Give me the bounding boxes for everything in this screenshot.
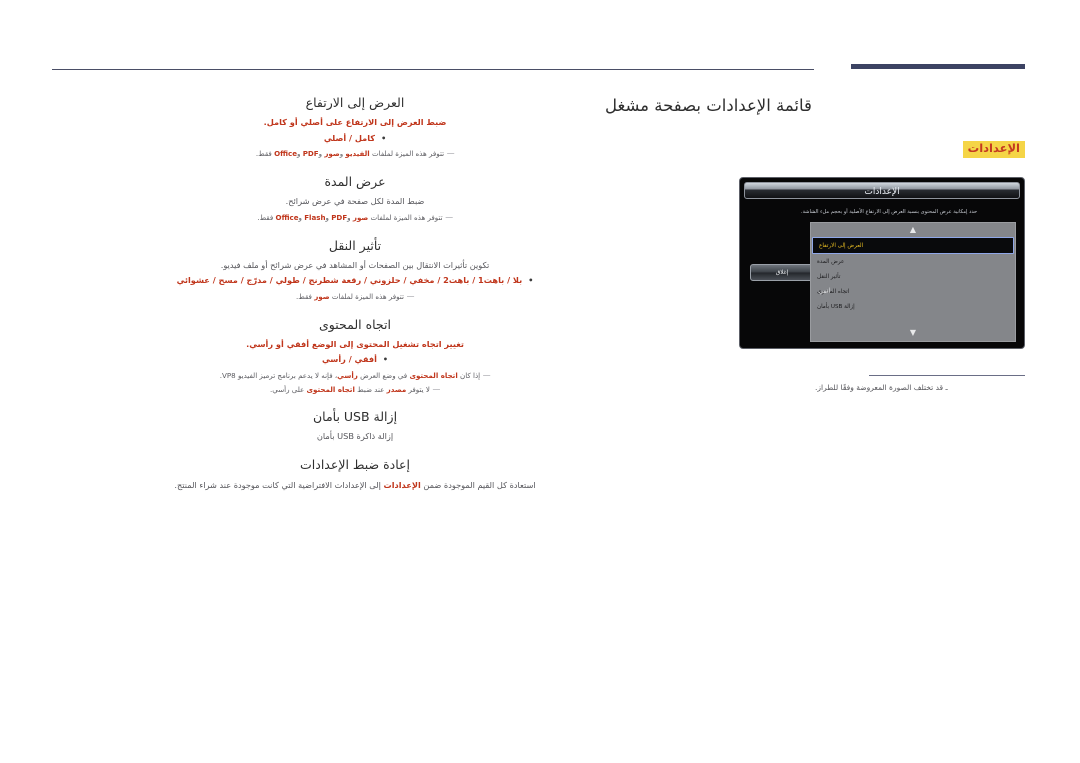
- note-dash-icon: ―: [483, 369, 491, 379]
- doc-section-reset-settings: إعادة ضبط الإعدادات استعادة كل القيم المو…: [60, 457, 650, 491]
- doc-section-duration: عرض المدة ضبط المدة لكل صفحة في عرض شرائح…: [60, 174, 650, 224]
- emphasis-term: كامل: [266, 117, 287, 127]
- section-description: تكوين تأثيرات الانتقال بين الصفحات أو ال…: [220, 259, 490, 270]
- emphasis-term: PDF: [302, 149, 319, 159]
- section-title: عرض المدة: [324, 174, 386, 190]
- emphasis-term: اتجاه المحتوى: [306, 384, 355, 394]
- emphasis-term: رأسي: [337, 370, 358, 380]
- section-description: تغيير اتجاه تشغيل المحتوى إلى الوضع أفقي…: [246, 338, 464, 349]
- osd-menu-list: ▲ العرض إلى الارتفاع عرض المدة تأثير النقل…: [810, 222, 1016, 342]
- osd-close-button[interactable]: إغلاق: [750, 264, 814, 281]
- osd-menu-item-label: تأثير النقل: [817, 273, 841, 280]
- option-bullet: كامل / أصلي: [60, 133, 650, 144]
- note-divider: [869, 375, 1025, 376]
- emphasis-term: الإعدادات: [383, 480, 421, 491]
- emphasis-term: العرض إلى الارتفاع: [345, 117, 424, 127]
- osd-items-container: العرض إلى الارتفاع عرض المدة تأثير النقل ات…: [811, 237, 1015, 314]
- settings-breadcrumb-chip: الإعدادات: [962, 141, 1025, 158]
- osd-menu-item-label: العرض إلى الارتفاع: [819, 242, 864, 249]
- note-dash-icon: ―: [445, 211, 453, 221]
- osd-menu-item-label: إزالة USB بأمان: [817, 303, 855, 310]
- section-description: إزالة ذاكرة USB بأمان: [316, 431, 394, 442]
- header-divider-right: [851, 64, 1025, 69]
- section-title: تأثير النقل: [328, 237, 382, 253]
- note-dash-icon: ―: [406, 290, 415, 300]
- chevron-down-icon[interactable]: ▼: [811, 326, 1015, 340]
- section-note: ―تتوفر هذه الميزة لملفات صور وPDF وFlash…: [257, 211, 453, 222]
- section-description: ضبط العرض إلى الارتفاع على أصلي أو كامل.: [263, 117, 447, 127]
- page-title: قائمة الإعدادات بصفحة مشغل: [605, 96, 812, 115]
- doc-section-transition: تأثير النقل تكوين تأثيرات الانتقال بين ال…: [60, 238, 650, 303]
- doc-section-content-orientation: اتجاه المحتوى تغيير اتجاه تشغيل المحتوى إ…: [60, 317, 650, 396]
- osd-menu-item[interactable]: تأثير النقل: [811, 269, 1015, 284]
- osd-menu-item[interactable]: اتجاه المحتوى أفقي: [811, 284, 1015, 299]
- section-title: العرض إلى الارتفاع: [305, 95, 405, 110]
- emphasis-term: رأسي: [249, 338, 274, 349]
- doc-section-safe-usb-removal: إزالة USB بأمان إزالة ذاكرة USB بأمان: [60, 409, 650, 443]
- emphasis-term: صور: [324, 149, 340, 159]
- osd-menu-item-value: أفقي: [819, 288, 831, 295]
- emphasis-term: صور: [352, 212, 369, 222]
- osd-description: حدد إمكانية عرض المحتوى بنسبة العرض إلى …: [800, 209, 978, 215]
- section-title: إزالة USB بأمان: [312, 409, 398, 425]
- emphasis-term: أصلي: [300, 117, 323, 127]
- section-title: إعادة ضبط الإعدادات: [300, 457, 410, 473]
- osd-titlebar: الإعدادات: [744, 182, 1020, 199]
- osd-menu-item-label: عرض المدة: [817, 258, 845, 265]
- note-dash-icon: ―: [432, 383, 440, 393]
- emphasis-term: أفقي: [286, 338, 310, 349]
- emphasis-term: اتجاه المحتوى: [409, 370, 458, 380]
- option-bullet: بلا / باهت1 / باهت2 / مخفي / حلزوني / رق…: [60, 275, 650, 286]
- osd-menu-item[interactable]: إزالة USB بأمان: [811, 299, 1015, 314]
- emphasis-term: صور: [314, 291, 330, 301]
- documentation-column: العرض إلى الارتفاع ضبط العرض إلى الارتفاع…: [60, 95, 650, 491]
- chevron-up-icon[interactable]: ▲: [811, 223, 1015, 237]
- section-note: ―تتوفر هذه الميزة لملفات الفيديو وصور وP…: [255, 148, 455, 159]
- emphasis-term: الفيديو: [345, 149, 370, 159]
- osd-menu-item[interactable]: عرض المدة: [811, 254, 1015, 269]
- emphasis-term: مصدر: [386, 384, 407, 394]
- osd-title: الإعدادات: [864, 187, 900, 197]
- note-dash-icon: ―: [447, 148, 455, 158]
- emphasis-term: Office: [274, 149, 298, 159]
- section-note: ―لا يتوفر مصدر عند ضبط اتجاه المحتوى على…: [270, 383, 440, 394]
- emphasis-term: PDF: [331, 212, 348, 222]
- option-bullet: أفقي / رأسي: [60, 354, 650, 365]
- section-note: ―تتوفر هذه الميزة لملفات صور فقط.: [295, 290, 415, 301]
- section-title: اتجاه المحتوى: [319, 316, 391, 332]
- emphasis-term: Office: [275, 212, 299, 222]
- doc-section-aspect-ratio: العرض إلى الارتفاع ضبط العرض إلى الارتفاع…: [60, 95, 650, 160]
- osd-body: إغلاق ▲ العرض إلى الارتفاع عرض المدة تأثير…: [746, 222, 1018, 342]
- section-note: ―إذا كان اتجاه المحتوى في وضع العرض رأسي…: [219, 369, 491, 380]
- model-note: ـ قد تختلف الصورة المعروضة وفقًا للطراز.: [815, 383, 948, 392]
- osd-menu-item[interactable]: العرض إلى الارتفاع: [812, 237, 1014, 254]
- osd-settings-dialog: الإعدادات حدد إمكانية عرض المحتوى بنسبة …: [739, 177, 1025, 349]
- section-description: ضبط المدة لكل صفحة في عرض شرائح.: [285, 196, 425, 207]
- emphasis-term: Flash: [304, 212, 326, 222]
- reset-description: استعادة كل القيم الموجودة ضمن الإعدادات …: [174, 480, 536, 491]
- header-divider-left: [52, 69, 814, 70]
